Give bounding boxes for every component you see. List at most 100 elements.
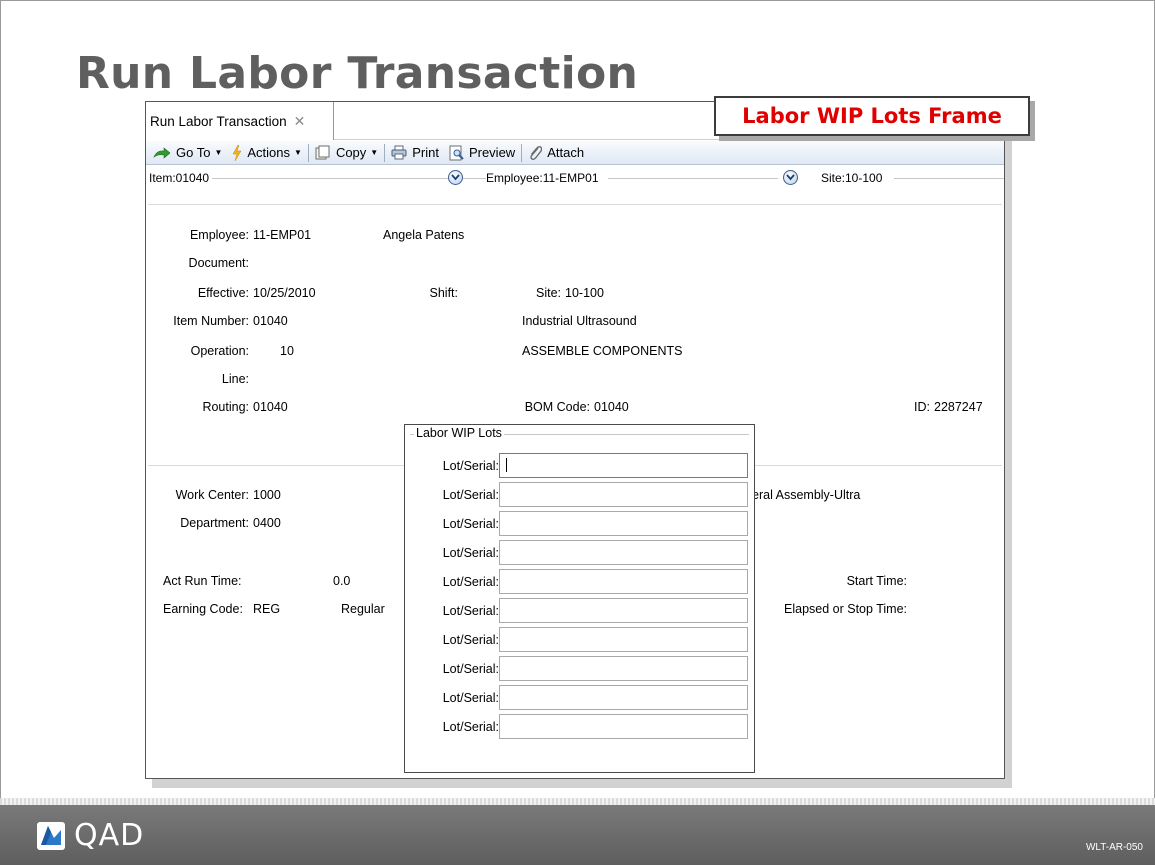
preview-button[interactable]: Preview (444, 142, 520, 164)
close-icon[interactable]: ✕ (294, 113, 306, 130)
employee-name: Angela Patens (383, 228, 465, 242)
act-run-time-value: 0.0 (333, 574, 351, 588)
wip-lot-row: Lot/Serial: (405, 598, 754, 624)
lot-serial-label: Lot/Serial: (442, 459, 499, 473)
lot-serial-label: Lot/Serial: (442, 575, 499, 589)
chevron-down-icon: ▼ (294, 148, 302, 157)
lot-serial-input[interactable] (499, 511, 748, 536)
lot-serial-label: Lot/Serial: (442, 691, 499, 705)
lot-serial-label: Lot/Serial: (442, 517, 499, 531)
slide-code: WLT-AR-050 (1085, 842, 1143, 853)
bom-code-label: BOM Code: (524, 400, 590, 414)
item-number-label: Item Number: (173, 314, 249, 328)
lot-serial-input[interactable] (499, 714, 748, 739)
employee-value: 11-EMP01 (253, 228, 312, 242)
wip-lot-row: Lot/Serial: (405, 453, 754, 479)
department-label: Department: (180, 516, 249, 530)
selector-divider (206, 178, 488, 179)
work-center-label: Work Center: (175, 488, 249, 502)
attach-label: Attach (547, 145, 585, 160)
record-selector: Item:01040 Employee:11-EMP01 Site:10-100 (146, 166, 1004, 190)
start-time-label: Start Time: (846, 574, 907, 588)
print-button[interactable]: Print (386, 142, 444, 164)
print-label: Print (412, 145, 439, 160)
employee-selector[interactable]: Employee:11-EMP01 (486, 171, 602, 185)
lot-serial-label: Lot/Serial: (442, 633, 499, 647)
lot-serial-label: Lot/Serial: (442, 604, 499, 618)
copy-button[interactable]: Copy ▼ (310, 142, 383, 164)
operation-value: 10 (280, 344, 294, 358)
goto-label: Go To (176, 145, 211, 160)
selector-divider (894, 178, 1004, 179)
wip-lot-row: Lot/Serial: (405, 627, 754, 653)
bom-code-value: 01040 (594, 400, 629, 414)
effective-value: 10/25/2010 (253, 286, 316, 300)
department-value: 0400 (253, 516, 281, 530)
line-label: Line: (221, 372, 249, 386)
work-center-description: eral Assembly-Ultra (752, 488, 861, 502)
lightning-icon (232, 144, 242, 161)
callout-label: Labor WIP Lots Frame (714, 96, 1030, 136)
preview-label: Preview (468, 145, 516, 160)
lot-serial-label: Lot/Serial: (442, 720, 499, 734)
paperclip-icon (530, 145, 543, 160)
lot-serial-label: Lot/Serial: (442, 488, 499, 502)
lot-serial-input[interactable] (499, 685, 748, 710)
employee-lookup-button[interactable] (783, 170, 798, 185)
document-label: Document: (188, 256, 249, 270)
wip-frame-title: Labor WIP Lots (414, 426, 504, 440)
toolbar: Go To ▼ Actions ▼ Copy ▼ Print Preview A… (146, 141, 1004, 165)
lot-serial-input[interactable] (499, 598, 748, 623)
lot-serial-input[interactable] (499, 627, 748, 652)
toolbar-separator (307, 143, 309, 162)
goto-arrow-icon (153, 146, 171, 159)
labor-wip-lots-frame: Labor WIP Lots Lot/Serial: Lot/Serial: Lot… (404, 424, 755, 773)
chevron-down-icon: ▼ (214, 148, 223, 157)
lot-serial-input[interactable] (499, 656, 748, 681)
qad-logo-icon (37, 821, 65, 850)
wip-lot-row: Lot/Serial: (405, 511, 754, 537)
goto-button[interactable]: Go To ▼ (148, 142, 227, 164)
wip-lot-row: Lot/Serial: (405, 569, 754, 595)
item-lookup-button[interactable] (448, 170, 463, 185)
elapsed-or-stop-time-label: Elapsed or Stop Time: (784, 602, 907, 616)
lot-serial-input[interactable] (499, 569, 748, 594)
site-selector[interactable]: Site:10-100 (821, 171, 886, 185)
actions-button[interactable]: Actions ▼ (227, 142, 307, 164)
wip-lot-row: Lot/Serial: (405, 482, 754, 508)
tab-run-labor-transaction[interactable]: Run Labor Transaction ✕ (146, 102, 334, 140)
lot-serial-label: Lot/Serial: (442, 662, 499, 676)
chevron-down-icon (451, 174, 460, 181)
slide-title: Run Labor Transaction (76, 48, 639, 99)
site-value: 10-100 (565, 286, 604, 300)
attach-button[interactable]: Attach (523, 142, 589, 164)
toolbar-separator (521, 143, 523, 162)
actions-label: Actions (247, 145, 291, 160)
wip-lot-row: Lot/Serial: (405, 685, 754, 711)
text-cursor (506, 458, 507, 472)
qad-logo: QAD (36, 818, 144, 853)
earning-code-description: Regular (341, 602, 385, 616)
effective-label: Effective: (197, 286, 249, 300)
routing-value: 01040 (253, 400, 288, 414)
brand-name: QAD (74, 818, 145, 853)
operation-label: Operation: (190, 344, 249, 358)
lot-serial-label: Lot/Serial: (442, 546, 499, 560)
footer-bar (0, 805, 1155, 865)
id-label: ID: (914, 400, 930, 414)
work-center-value: 1000 (253, 488, 281, 502)
copy-label: Copy (335, 145, 367, 160)
id-value: 2287247 (934, 400, 983, 414)
item-selector[interactable]: Item:01040 (149, 171, 213, 185)
lot-serial-input[interactable] (499, 482, 748, 507)
employee-label: Employee: (189, 228, 249, 242)
wip-lot-row: Lot/Serial: (405, 540, 754, 566)
chevron-down-icon (786, 174, 795, 181)
lot-serial-input[interactable] (499, 540, 748, 565)
item-description: Industrial Ultrasound (522, 314, 637, 328)
chevron-down-icon: ▼ (370, 148, 379, 157)
toolbar-separator (384, 143, 386, 162)
act-run-time-label: Act Run Time: (163, 574, 242, 588)
operation-description: ASSEMBLE COMPONENTS (522, 344, 683, 358)
lot-serial-input[interactable] (499, 453, 748, 478)
